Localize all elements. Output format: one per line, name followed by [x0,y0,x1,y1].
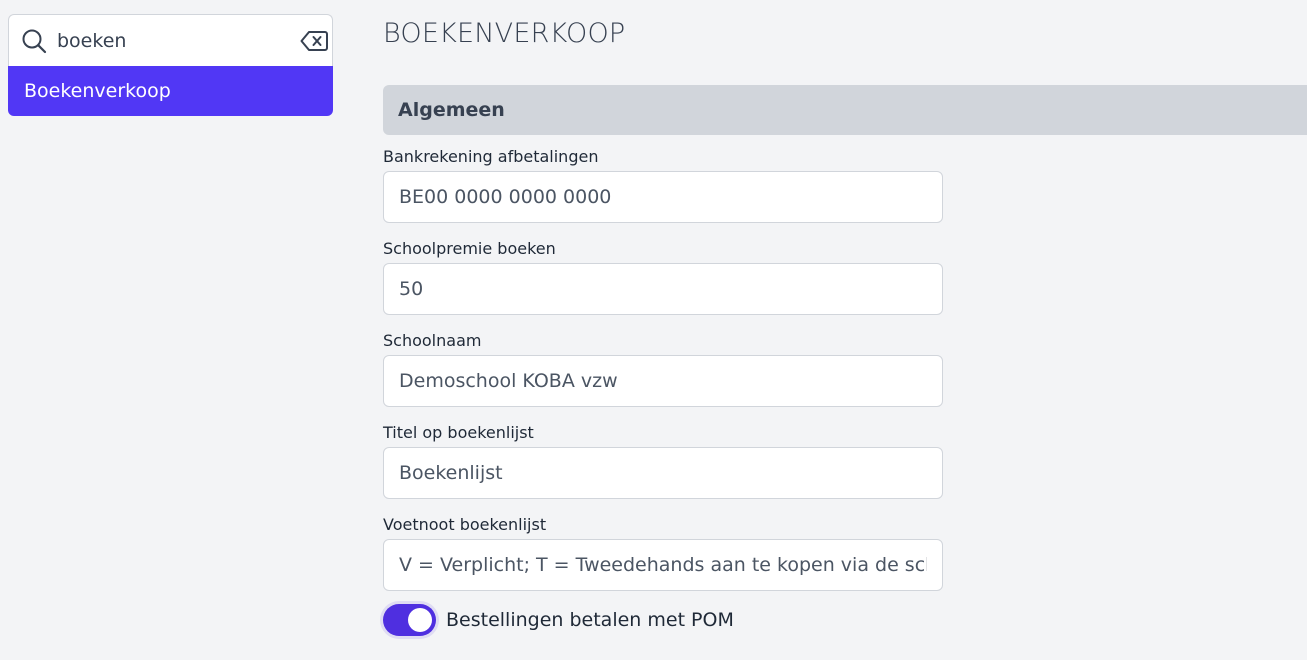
search-icon [21,27,47,55]
search-input[interactable] [47,25,300,56]
field-schoolnaam: Schoolnaam [383,331,943,407]
field-titel-boekenlijst: Titel op boekenlijst [383,423,943,499]
voetnoot-boekenlijst-input[interactable] [383,539,943,591]
schoolpremie-input[interactable] [383,263,943,315]
section-title: Algemeen [398,99,505,121]
field-label-titel-boekenlijst: Titel op boekenlijst [383,423,534,442]
field-label-voetnoot-boekenlijst: Voetnoot boekenlijst [383,515,547,534]
toggle-knob [408,608,432,632]
field-label-schoolpremie: Schoolpremie boeken [383,239,556,258]
field-bankrekening: Bankrekening afbetalingen [383,147,943,223]
search-result-boekenverkoop[interactable]: Boekenverkoop [8,66,333,116]
search-box [8,14,333,66]
titel-boekenlijst-input[interactable] [383,447,943,499]
toggle-row-pom: Bestellingen betalen met POM [383,604,734,636]
section-header-algemeen: Algemeen [383,85,1307,135]
bankrekening-input[interactable] [383,171,943,223]
page-title: BOEKENVERKOOP [383,18,626,49]
backspace-clear-icon[interactable] [300,28,328,54]
field-label-schoolnaam: Schoolnaam [383,331,482,350]
toggle-label: Bestellingen betalen met POM [446,609,734,631]
field-schoolpremie: Schoolpremie boeken [383,239,943,315]
field-voetnoot-boekenlijst: Voetnoot boekenlijst [383,515,943,591]
schoolnaam-input[interactable] [383,355,943,407]
sidebar: Boekenverkoop [8,14,333,116]
field-label-bankrekening: Bankrekening afbetalingen [383,147,599,166]
pom-payment-toggle[interactable] [383,604,436,636]
search-result-label: Boekenverkoop [24,80,171,102]
